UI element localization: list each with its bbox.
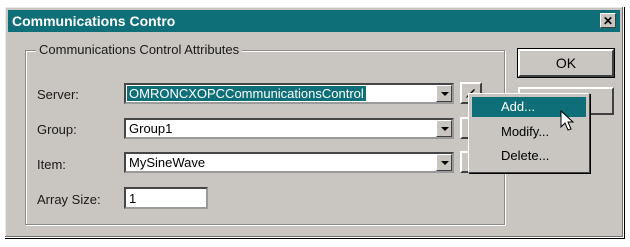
attributes-group-legend: Communications Control Attributes (36, 42, 243, 57)
pointer-cursor-icon (560, 110, 575, 131)
close-button[interactable]: ✕ (600, 13, 616, 28)
group-value: Group1 (129, 121, 173, 136)
group-label: Group: (37, 122, 77, 137)
context-menu: Add... Modify... Delete... (468, 93, 590, 173)
item-combobox[interactable]: MySineWave (124, 152, 454, 173)
menu-item-delete[interactable]: Delete... (472, 146, 586, 166)
ok-button[interactable]: OK (517, 48, 615, 78)
server-value: OMRONCXOPCCommunicationsControl (127, 86, 366, 101)
item-label: Item: (37, 157, 66, 172)
item-dropdown-button[interactable] (436, 154, 452, 171)
server-combobox[interactable]: OMRONCXOPCCommunicationsControl (124, 83, 454, 104)
group-dropdown-button[interactable] (436, 120, 452, 137)
title-bar[interactable]: Communications Contro ✕ (8, 10, 620, 32)
window-title: Communications Contro (12, 13, 176, 29)
server-label: Server: (37, 87, 79, 102)
server-dropdown-button[interactable] (436, 85, 452, 102)
array-size-label: Array Size: (37, 192, 101, 207)
array-size-value: 1 (129, 191, 137, 206)
close-icon: ✕ (602, 14, 614, 28)
item-value: MySineWave (129, 155, 206, 170)
array-size-input[interactable]: 1 (124, 187, 208, 209)
group-combobox[interactable]: Group1 (124, 118, 454, 139)
